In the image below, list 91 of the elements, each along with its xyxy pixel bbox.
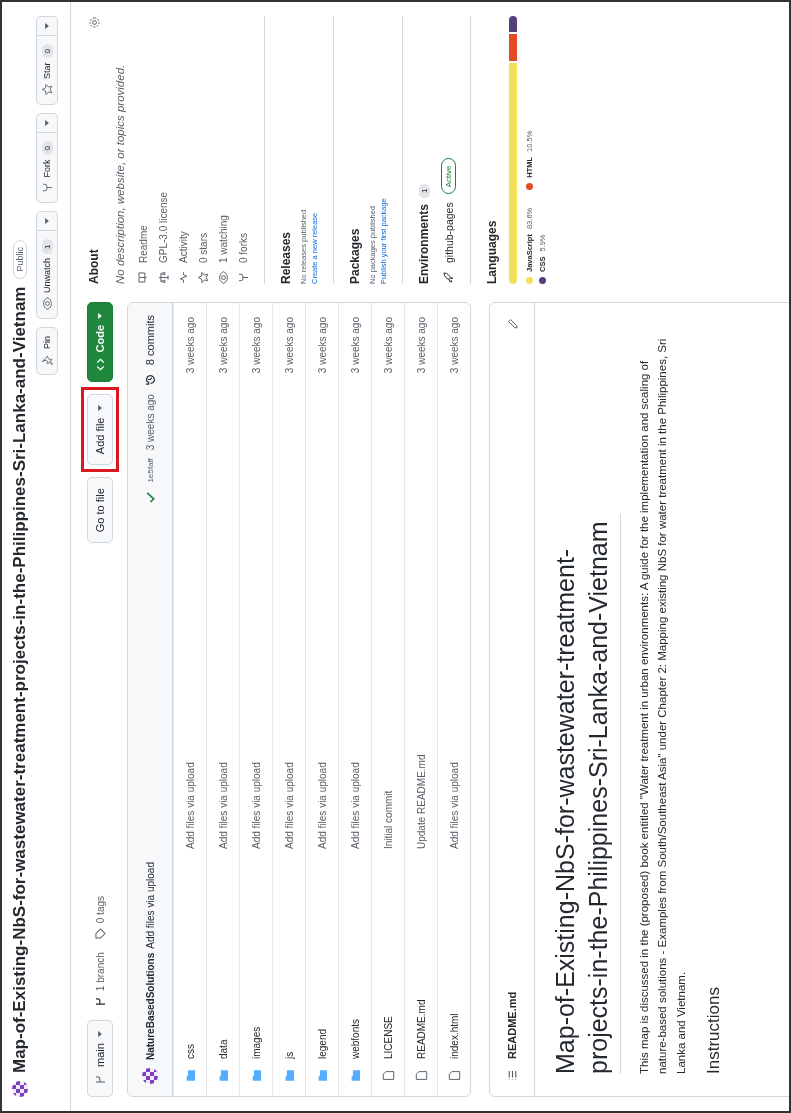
- file-time: 3 weeks ago: [448, 317, 460, 374]
- environments-heading: Environments: [417, 204, 432, 284]
- pencil-icon[interactable]: [505, 317, 519, 330]
- file-icon: [414, 1069, 428, 1082]
- dropdown-button[interactable]: [36, 16, 58, 35]
- branch-icon: [93, 1073, 107, 1086]
- tag-icon: [93, 927, 107, 941]
- pin-icon: [40, 352, 54, 366]
- commit-message[interactable]: Update README.md: [415, 383, 427, 849]
- caret-icon: [98, 405, 102, 412]
- caret-icon: [45, 218, 49, 225]
- commit-message[interactable]: Add files via upload: [283, 383, 295, 849]
- count-label: 1: [418, 183, 430, 198]
- star-button[interactable]: Star 0: [36, 35, 58, 105]
- commit-time: 3 weeks ago: [144, 394, 156, 451]
- readme-heading: Map-of-Existing-NbS-for-wastewater-treatment-projects-in-the-Philippines-Sri-Lanka-and-Vietnam: [549, 514, 621, 1074]
- file-name[interactable]: README.md: [415, 859, 427, 1059]
- file-name[interactable]: js: [283, 859, 295, 1059]
- add-file-button[interactable]: Add file: [87, 394, 113, 466]
- file-time: 3 weeks ago: [349, 317, 361, 374]
- file-time: 3 weeks ago: [316, 317, 328, 374]
- code-button[interactable]: Code: [87, 302, 113, 383]
- file-time: 3 weeks ago: [217, 317, 229, 374]
- caret-icon: [45, 119, 49, 126]
- readme-subheading: Instructions: [704, 986, 725, 1074]
- file-name[interactable]: legend: [316, 859, 328, 1059]
- languages-heading: Languages: [485, 219, 500, 284]
- commit-message[interactable]: Add files via upload: [448, 383, 460, 849]
- file-icon: [447, 1069, 461, 1082]
- file-name[interactable]: LICENSE: [382, 859, 394, 1059]
- about-link[interactable]: 0 stars: [197, 16, 211, 284]
- branches-link[interactable]: 1 branch: [93, 952, 107, 1009]
- about-heading: About: [87, 249, 101, 284]
- caret-icon: [98, 1031, 102, 1038]
- caret-icon: [45, 23, 49, 29]
- checker-avatar-icon: [142, 1068, 158, 1084]
- dropdown-button[interactable]: [36, 112, 58, 132]
- about-link[interactable]: Readme: [137, 16, 151, 284]
- branch-button[interactable]: main: [87, 1020, 113, 1097]
- star-icon: [197, 271, 211, 284]
- fork-button[interactable]: Fork 0: [36, 131, 58, 204]
- commit-hash[interactable]: 1e5faff: [145, 458, 155, 483]
- about-link[interactable]: 1 watching: [217, 16, 231, 284]
- file-name[interactable]: webfonts: [349, 859, 361, 1059]
- star-icon: [40, 82, 54, 96]
- go-to-file-button[interactable]: Go to file: [87, 477, 113, 544]
- watch-button[interactable]: Unwatch 1: [36, 230, 58, 319]
- file-name[interactable]: data: [217, 859, 229, 1059]
- commit-author[interactable]: NatureBasedSolutions: [144, 952, 156, 1060]
- rocket-icon: [442, 271, 456, 284]
- file-name[interactable]: images: [250, 859, 262, 1059]
- readme-tab[interactable]: README.md: [506, 991, 518, 1059]
- tags-link[interactable]: 0 tags: [93, 896, 107, 941]
- caret-icon: [98, 313, 102, 319]
- file-time: 3 weeks ago: [184, 317, 196, 374]
- commit-message[interactable]: Add files via upload: [144, 862, 156, 949]
- file-time: 3 weeks ago: [415, 317, 427, 374]
- releases-heading: Releases: [279, 230, 294, 284]
- environment-link[interactable]: github-pages: [442, 202, 455, 263]
- checker-avatar-icon: [12, 1081, 28, 1097]
- file-name[interactable]: index.html: [448, 859, 460, 1059]
- about-description: No description, website, or topics provided.: [113, 63, 127, 284]
- packages-heading: Packages: [348, 227, 363, 284]
- settings-icon[interactable]: [87, 16, 101, 29]
- commit-message[interactable]: Initial commit: [382, 383, 394, 849]
- fork-icon: [237, 271, 251, 284]
- commit-message[interactable]: Add files via upload: [250, 383, 262, 849]
- readme-paragraph: This map is discussed in the (proposed) book entitled "Water treatment in urban environments: A guide for the implementation and scaling of nature-based solutions - Examples from South/Southeast Asia" under Chapter 2: Mapping existing NbS for water treatment in the Philippines, Sri Lanka and Vietnam.: [637, 337, 688, 1074]
- repo-title[interactable]: Map-of-Existing-NbS-for-wastewater-treatment-projects-in-the-Philippines-Sri-Lanka-and-Vietnam: [10, 286, 30, 1073]
- file-name[interactable]: css: [184, 859, 196, 1059]
- eye-icon: [217, 271, 231, 284]
- file-time: 3 weeks ago: [283, 317, 295, 374]
- about-link[interactable]: Activity: [177, 16, 191, 284]
- file-time: 3 weeks ago: [382, 317, 394, 374]
- commit-message[interactable]: Add files via upload: [184, 383, 196, 849]
- commit-message[interactable]: Add files via upload: [217, 383, 229, 849]
- commits-link[interactable]: 8 commits: [144, 315, 156, 366]
- file-time: 3 weeks ago: [250, 317, 262, 374]
- count-label: 1: [41, 239, 53, 254]
- about-link[interactable]: GPL-3.0 license: [157, 16, 171, 284]
- commit-message[interactable]: Add files via upload: [316, 383, 328, 849]
- eye-icon: [40, 296, 54, 310]
- dropdown-button[interactable]: [36, 211, 58, 231]
- about-link[interactable]: 0 forks: [237, 16, 251, 284]
- count-label: 0: [41, 140, 53, 156]
- file-icon: [381, 1069, 395, 1082]
- commit-message[interactable]: Add files via upload: [349, 383, 361, 849]
- pin-button[interactable]: Pin: [36, 326, 58, 375]
- count-label: 0: [41, 44, 53, 59]
- history-icon: [143, 373, 157, 387]
- scale-icon: [157, 271, 171, 284]
